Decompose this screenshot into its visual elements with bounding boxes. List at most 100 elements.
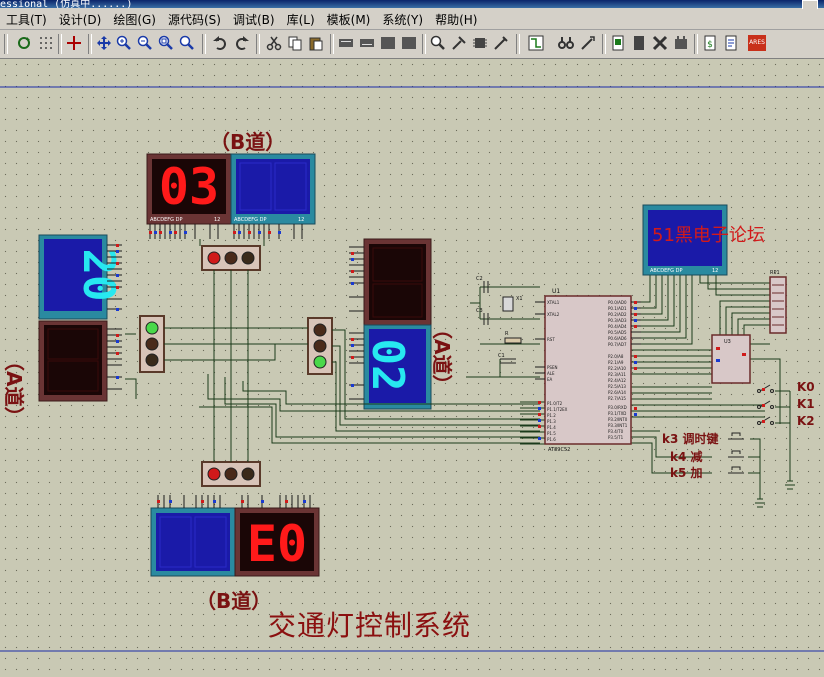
goto-sheet-icon[interactable] — [652, 35, 668, 51]
title-bar: essional (仿真中......) — [0, 0, 824, 10]
svg-text:12: 12 — [298, 217, 304, 223]
package-tool-icon[interactable] — [472, 35, 488, 51]
remove-sheet-icon[interactable] — [631, 35, 647, 51]
svg-text:P3.5/T1: P3.5/T1 — [608, 435, 624, 440]
key-k2-label[interactable]: K2 — [797, 414, 815, 428]
svg-text:12: 12 — [712, 268, 718, 274]
menu-design[interactable]: 设计(D) — [53, 11, 108, 28]
zoom-area-icon[interactable] — [179, 35, 195, 51]
zoom-in-icon[interactable] — [116, 35, 132, 51]
svg-text:ABCDEFG DP: ABCDEFG DP — [650, 268, 682, 274]
svg-text:XTAL1: XTAL1 — [547, 300, 560, 305]
traffic-light-b-top — [201, 245, 261, 271]
a-right-red-display — [363, 238, 432, 326]
seg-caption: ABCDEFG DP — [150, 217, 182, 223]
svg-text:P3.2/INT0: P3.2/INT0 — [608, 417, 628, 422]
svg-text:P3.3/INT1: P3.3/INT1 — [608, 423, 628, 428]
svg-text:ALE: ALE — [547, 371, 555, 376]
menu-source[interactable]: 源代码(S) — [162, 11, 227, 28]
make-device-icon[interactable] — [451, 35, 467, 51]
svg-text:P1.5: P1.5 — [547, 431, 556, 436]
toolbar-separator — [422, 34, 426, 54]
zoom-out-icon[interactable] — [137, 35, 153, 51]
toolbar-separator — [202, 34, 206, 54]
svg-text:P0.1/AD1: P0.1/AD1 — [608, 306, 627, 311]
forum-text: 51黑电子论坛 — [652, 225, 765, 246]
svg-text:P1.4: P1.4 — [547, 425, 556, 430]
menu-help[interactable]: 帮助(H) — [429, 11, 483, 28]
a-left-blue-display: 20 — [38, 234, 124, 320]
zoom-child-icon[interactable] — [673, 35, 689, 51]
ares-icon[interactable]: ARES — [748, 35, 766, 51]
svg-text:P2.6/A14: P2.6/A14 — [608, 390, 626, 395]
block-rotate-icon[interactable] — [380, 35, 396, 51]
paste-icon[interactable] — [308, 35, 324, 51]
toolbar-separator — [4, 34, 8, 54]
svg-text:P2.0/A8: P2.0/A8 — [608, 354, 624, 359]
svg-text:XTAL2: XTAL2 — [547, 312, 560, 317]
pick-device-icon[interactable] — [430, 35, 446, 51]
ground-symbols — [755, 480, 795, 508]
svg-text:P2.1/A9: P2.1/A9 — [608, 360, 624, 365]
button-k4-label[interactable]: k4 减 — [670, 448, 703, 465]
svg-text:P1.2: P1.2 — [547, 413, 556, 418]
netlist-icon[interactable] — [723, 35, 739, 51]
toolbar-separator — [88, 34, 92, 54]
search-tag-icon[interactable] — [558, 35, 574, 51]
key-k1-label[interactable]: K1 — [797, 397, 815, 411]
svg-text:P1.0/T2: P1.0/T2 — [547, 401, 563, 406]
svg-text:P2.2/A10: P2.2/A10 — [608, 366, 626, 371]
resistor-network-rp1: RP1 — [769, 270, 787, 334]
bom-icon[interactable]: $ — [702, 35, 718, 51]
property-assign-icon[interactable] — [580, 35, 596, 51]
grid-icon[interactable] — [38, 35, 54, 51]
menu-template[interactable]: 模板(M) — [321, 11, 377, 28]
svg-text:P0.4/AD4: P0.4/AD4 — [608, 324, 627, 329]
svg-text:PSEN: PSEN — [547, 365, 557, 370]
menu-library[interactable]: 库(L) — [281, 11, 321, 28]
zoom-all-icon[interactable] — [158, 35, 174, 51]
key-k0-label[interactable]: K0 — [797, 380, 815, 394]
pan-icon[interactable] — [96, 35, 112, 51]
b-bottom-red-digits: E0 — [247, 515, 307, 573]
b-bottom-red-display: E0 — [234, 507, 320, 577]
label-a-left: （A道） — [2, 351, 26, 427]
seg-caption-pins: 12 — [214, 217, 220, 223]
traffic-light-a-left — [139, 315, 165, 373]
block-move-icon[interactable] — [359, 35, 375, 51]
svg-text:P3.4/T0: P3.4/T0 — [608, 429, 624, 434]
svg-text:P0.6/AD6: P0.6/AD6 — [608, 336, 627, 341]
menu-tools[interactable]: 工具(T) — [0, 11, 53, 28]
block-delete-icon[interactable] — [401, 35, 417, 51]
block-copy-icon[interactable] — [338, 35, 354, 51]
undo-icon[interactable] — [212, 35, 228, 51]
menu-system[interactable]: 系统(Y) — [376, 11, 429, 28]
ic-u3: U3 — [711, 334, 751, 384]
copy-icon[interactable] — [287, 35, 303, 51]
new-sheet-icon[interactable] — [610, 35, 626, 51]
origin-icon[interactable] — [66, 35, 82, 51]
svg-text:P0.3/AD3: P0.3/AD3 — [608, 318, 627, 323]
a-right-blue-digits: 02 — [362, 339, 413, 392]
menu-graph[interactable]: 绘图(G) — [107, 11, 162, 28]
toolbar-separator — [256, 34, 260, 54]
traffic-light-b-bottom — [201, 461, 261, 487]
svg-text:P0.7/AD7: P0.7/AD7 — [608, 342, 627, 347]
redo-icon[interactable] — [234, 35, 250, 51]
schematic-title: 交通灯控制系统 — [268, 609, 472, 642]
schematic-canvas[interactable]: 03 ABCDEFG DP 12 ABCDEFG DP 12 20 02 E0 … — [0, 59, 824, 677]
button-k3-label[interactable]: k3 调时键 — [662, 430, 719, 447]
menu-debug[interactable]: 调试(B) — [227, 11, 281, 28]
cut-icon[interactable] — [266, 35, 282, 51]
svg-text:P0.0/AD0: P0.0/AD0 — [608, 300, 627, 305]
svg-text:P1.6: P1.6 — [547, 437, 556, 442]
svg-text:$: $ — [707, 40, 713, 50]
label-a-right: （A道） — [430, 319, 454, 395]
decompose-icon[interactable] — [493, 35, 509, 51]
svg-text:P2.5/A13: P2.5/A13 — [608, 384, 626, 389]
refresh-icon[interactable] — [16, 35, 32, 51]
b-bottom-blue-display — [150, 507, 236, 577]
button-k5-label[interactable]: k5 加 — [670, 464, 703, 481]
label-b-bottom: （B道） — [196, 589, 272, 613]
wire-autorouter-icon[interactable] — [528, 35, 544, 51]
